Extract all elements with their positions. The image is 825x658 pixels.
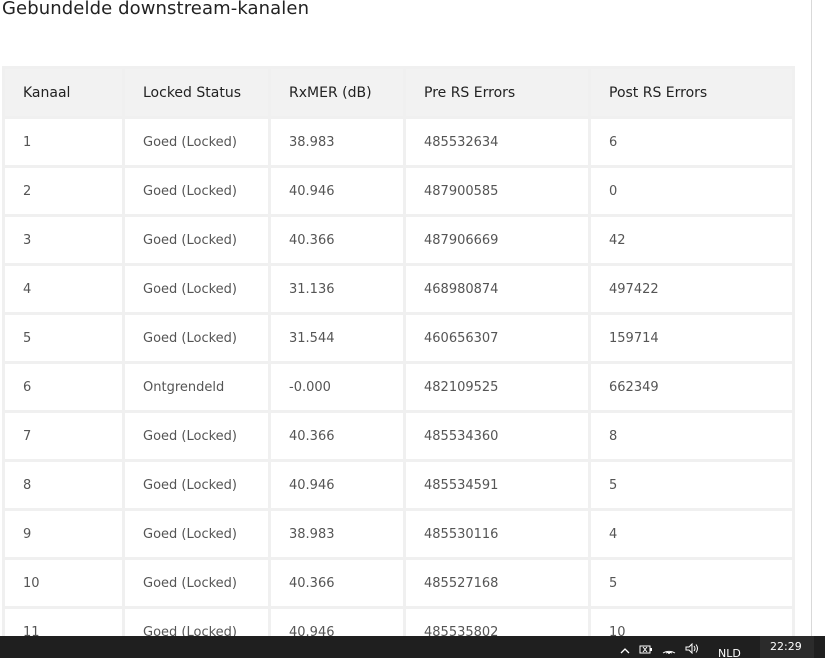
cell-kanaal: 6: [2, 361, 125, 413]
cell-kanaal: 10: [2, 557, 125, 609]
cell-rxmer: 31.544: [268, 312, 406, 364]
cell-kanaal: 8: [2, 459, 125, 511]
cell-post-rs-errors: 662349: [588, 361, 795, 413]
cell-post-rs-errors: 159714: [588, 312, 795, 364]
cell-rxmer: 40.366: [268, 410, 406, 462]
cell-locked-status: Goed (Locked): [122, 263, 271, 315]
wifi-icon[interactable]: [662, 643, 676, 658]
table-row: 1 Goed (Locked) 38.983 485532634 6: [2, 116, 795, 168]
cell-locked-status: Goed (Locked): [122, 459, 271, 511]
downstream-channels-table: Kanaal Locked Status RxMER (dB) Pre RS E…: [2, 66, 795, 658]
cell-rxmer: 38.983: [268, 508, 406, 560]
cell-pre-rs-errors: 468980874: [403, 263, 591, 315]
cell-post-rs-errors: 8: [588, 410, 795, 462]
cell-kanaal: 4: [2, 263, 125, 315]
chevron-up-icon[interactable]: [620, 643, 630, 658]
cell-locked-status: Ontgrendeld: [122, 361, 271, 413]
cell-pre-rs-errors: 485527168: [403, 557, 591, 609]
header-pre-rs-errors: Pre RS Errors: [403, 66, 591, 119]
header-locked-status: Locked Status: [122, 66, 271, 119]
cell-kanaal: 1: [2, 116, 125, 168]
header-post-rs-errors: Post RS Errors: [588, 66, 795, 119]
cell-pre-rs-errors: 482109525: [403, 361, 591, 413]
cell-rxmer: 40.366: [268, 214, 406, 266]
cell-locked-status: Goed (Locked): [122, 557, 271, 609]
cell-kanaal: 3: [2, 214, 125, 266]
page-title: Gebundelde downstream-kanalen: [2, 0, 310, 19]
cell-rxmer: 31.136: [268, 263, 406, 315]
cell-post-rs-errors: 5: [588, 557, 795, 609]
cell-kanaal: 2: [2, 165, 125, 217]
cell-post-rs-errors: 497422: [588, 263, 795, 315]
cell-post-rs-errors: 5: [588, 459, 795, 511]
cell-pre-rs-errors: 485534360: [403, 410, 591, 462]
cell-pre-rs-errors: 485534591: [403, 459, 591, 511]
cell-locked-status: Goed (Locked): [122, 508, 271, 560]
table-row: 10 Goed (Locked) 40.366 485527168 5: [2, 557, 795, 609]
table-row: 2 Goed (Locked) 40.946 487900585 0: [2, 165, 795, 217]
table-row: 5 Goed (Locked) 31.544 460656307 159714: [2, 312, 795, 364]
table-row: 6 Ontgrendeld -0.000 482109525 662349: [2, 361, 795, 413]
input-language-indicator[interactable]: NLD: [718, 647, 741, 658]
cell-locked-status: Goed (Locked): [122, 312, 271, 364]
system-tray: [620, 642, 699, 658]
cell-pre-rs-errors: 460656307: [403, 312, 591, 364]
header-rxmer: RxMER (dB): [268, 66, 406, 119]
cell-rxmer: 40.366: [268, 557, 406, 609]
cell-pre-rs-errors: 485530116: [403, 508, 591, 560]
cell-rxmer: 40.946: [268, 459, 406, 511]
cell-kanaal: 5: [2, 312, 125, 364]
cell-locked-status: Goed (Locked): [122, 214, 271, 266]
volume-icon[interactable]: [685, 642, 699, 658]
cell-pre-rs-errors: 485532634: [403, 116, 591, 168]
table-row: 9 Goed (Locked) 38.983 485530116 4: [2, 508, 795, 560]
taskbar-clock[interactable]: 22:29: [770, 640, 802, 653]
header-kanaal: Kanaal: [2, 66, 125, 119]
windows-taskbar: NLD 22:29: [0, 636, 825, 658]
cell-post-rs-errors: 6: [588, 116, 795, 168]
cell-post-rs-errors: 42: [588, 214, 795, 266]
table-row: 3 Goed (Locked) 40.366 487906669 42: [2, 214, 795, 266]
cell-rxmer: 40.946: [268, 165, 406, 217]
cell-kanaal: 9: [2, 508, 125, 560]
cell-pre-rs-errors: 487906669: [403, 214, 591, 266]
scrollbar-edge: [811, 0, 812, 636]
cell-rxmer: -0.000: [268, 361, 406, 413]
table-row: 7 Goed (Locked) 40.366 485534360 8: [2, 410, 795, 462]
cell-post-rs-errors: 4: [588, 508, 795, 560]
cell-locked-status: Goed (Locked): [122, 165, 271, 217]
table-row: 4 Goed (Locked) 31.136 468980874 497422: [2, 263, 795, 315]
cell-pre-rs-errors: 487900585: [403, 165, 591, 217]
table-header-row: Kanaal Locked Status RxMER (dB) Pre RS E…: [2, 66, 795, 119]
cell-post-rs-errors: 0: [588, 165, 795, 217]
table-row: 8 Goed (Locked) 40.946 485534591 5: [2, 459, 795, 511]
cell-locked-status: Goed (Locked): [122, 410, 271, 462]
cell-kanaal: 7: [2, 410, 125, 462]
battery-icon[interactable]: [639, 643, 653, 658]
cell-locked-status: Goed (Locked): [122, 116, 271, 168]
cell-rxmer: 38.983: [268, 116, 406, 168]
